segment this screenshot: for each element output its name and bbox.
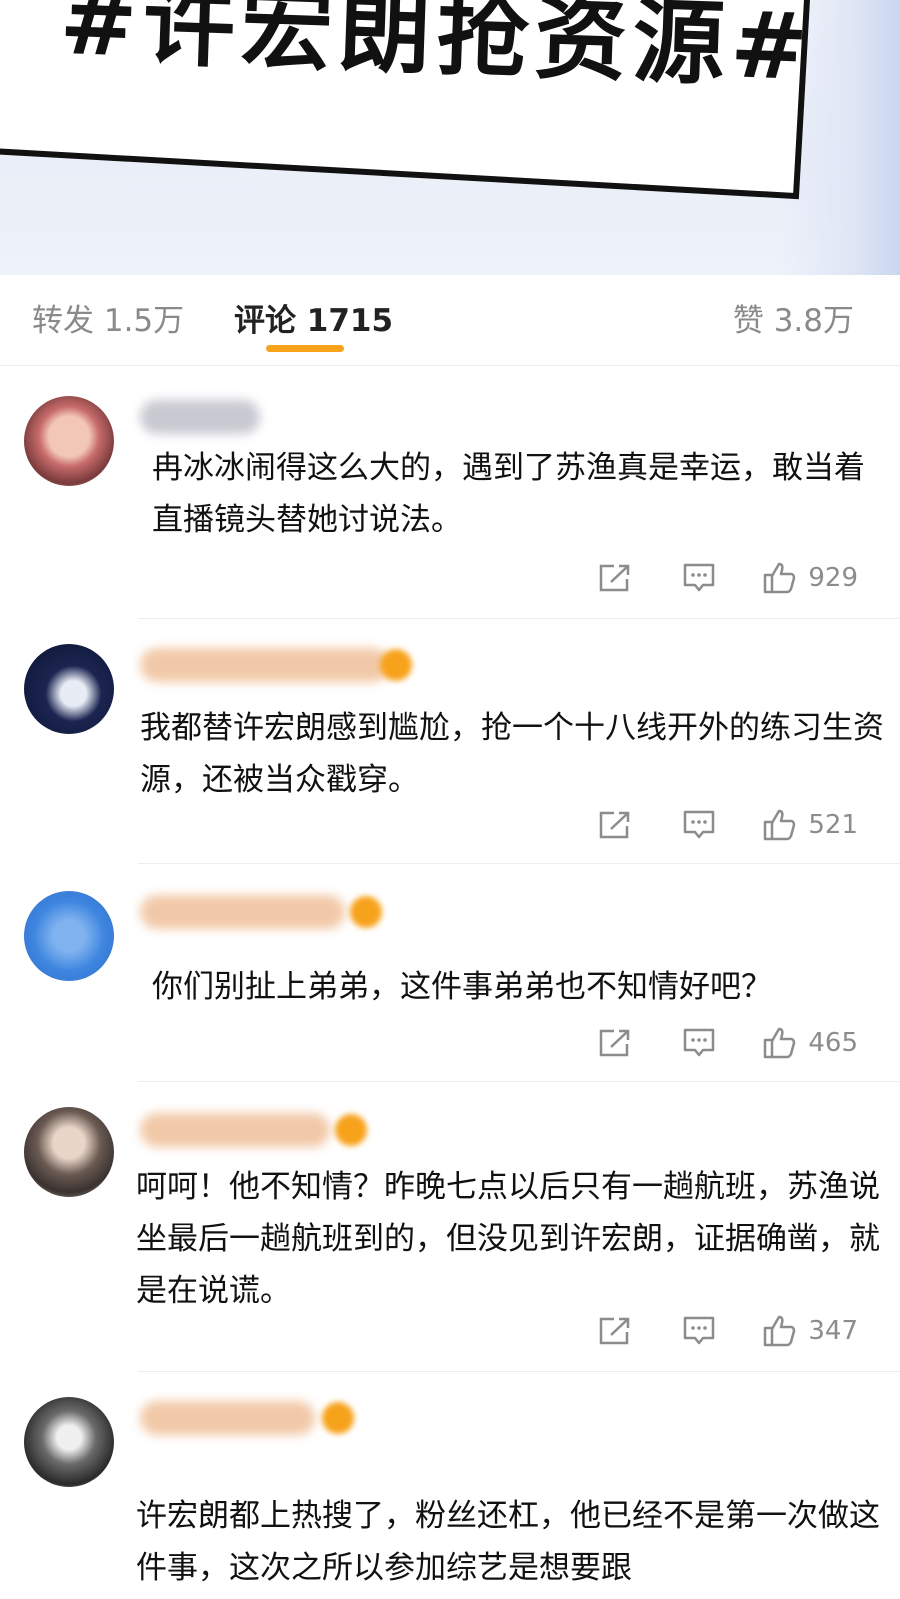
thumbs-up-icon — [764, 1315, 796, 1347]
comment-text: 你们别扯上弟弟，这件事弟弟也不知情好吧？ — [152, 969, 772, 1005]
comment-item: 呵呵！他不知情？昨晚七点以后只有一趟航班，苏渔说坐最后一趟航班到的，但没见到许宏… — [0, 1083, 900, 1373]
avatar[interactable] — [24, 891, 114, 981]
comment-icon — [684, 1316, 715, 1345]
avatar[interactable] — [24, 396, 114, 486]
username-blurred[interactable] — [140, 1113, 330, 1147]
like-button[interactable]: 929 — [762, 561, 858, 595]
comment-actions: 465 — [598, 1021, 858, 1065]
share-button[interactable] — [598, 563, 632, 593]
post-banner: #许宏朗抢资源# — [0, 0, 900, 275]
comment-icon — [684, 1028, 715, 1057]
comment-divider — [138, 1081, 900, 1082]
reply-button[interactable] — [682, 1027, 716, 1059]
comment-text: 许宏朗都上热搜了，粉丝还杠，他已经不是第一次做这件事，这次之所以参加综艺是想要跟 — [136, 1498, 880, 1586]
like-count: 521 — [808, 810, 858, 840]
comment-actions: 347 — [598, 1309, 858, 1353]
comment-divider — [138, 1371, 900, 1372]
thumbs-up-icon — [764, 1027, 796, 1059]
username-blurred[interactable] — [140, 1401, 315, 1435]
like-button[interactable]: 521 — [762, 808, 858, 842]
like-button[interactable]: 465 — [762, 1026, 858, 1060]
username-blurred[interactable] — [140, 895, 345, 929]
like-count: 465 — [808, 1028, 858, 1058]
share-icon — [600, 564, 630, 592]
comment-text: 呵呵！他不知情？昨晚七点以后只有一趟航班，苏渔说坐最后一趟航班到的，但没见到许宏… — [136, 1169, 880, 1309]
active-tab-indicator — [266, 345, 344, 352]
stats-tab-bar: 转发 1.5万 评论 1715 赞 3.8万 — [0, 275, 900, 366]
share-button[interactable] — [598, 1028, 632, 1058]
comment-text: 我都替许宏朗感到尴尬，抢一个十八线开外的练习生资源，还被当众戳穿。 — [140, 710, 884, 798]
comment-text: 冉冰冰闹得这么大的，遇到了苏渔真是幸运，敢当着直播镜头替她讨说法。 — [152, 450, 865, 538]
avatar[interactable] — [24, 644, 114, 734]
comment-item: 冉冰冰闹得这么大的，遇到了苏渔真是幸运，敢当着直播镜头替她讨说法。 929 — [0, 370, 900, 620]
comment-item: 许宏朗都上热搜了，粉丝还杠，他已经不是第一次做这件事，这次之所以参加综艺是想要跟 — [0, 1373, 900, 1599]
avatar[interactable] — [24, 1397, 114, 1487]
comment-actions: 929 — [598, 556, 858, 600]
comment-item: 你们别扯上弟弟，这件事弟弟也不知情好吧？ 465 — [0, 865, 900, 1083]
thumbs-up-icon — [764, 562, 796, 594]
comment-icon — [684, 810, 715, 839]
tab-likes[interactable]: 赞 3.8万 — [733, 295, 854, 340]
share-button[interactable] — [598, 810, 632, 840]
username-blurred[interactable] — [140, 648, 390, 682]
share-icon — [600, 1317, 630, 1345]
share-button[interactable] — [598, 1316, 632, 1346]
vip-badge-icon — [380, 649, 412, 681]
tab-repost[interactable]: 转发 1.5万 — [32, 295, 184, 340]
vip-badge-icon — [322, 1402, 354, 1434]
reply-button[interactable] — [682, 809, 716, 841]
thumbs-up-icon — [764, 809, 796, 841]
tab-comments[interactable]: 评论 1715 — [234, 295, 393, 340]
comment-divider — [138, 863, 900, 864]
comment-item: 我都替许宏朗感到尴尬，抢一个十八线开外的练习生资源，还被当众戳穿。 521 — [0, 620, 900, 865]
like-count: 347 — [808, 1316, 858, 1346]
comment-actions: 521 — [598, 803, 858, 847]
comment-divider — [138, 618, 900, 619]
reply-button[interactable] — [682, 1315, 716, 1347]
reply-button[interactable] — [682, 562, 716, 594]
comment-icon — [684, 563, 715, 592]
vip-badge-icon — [350, 896, 382, 928]
like-count: 929 — [808, 563, 858, 593]
share-icon — [600, 1029, 630, 1057]
username-blurred[interactable] — [140, 400, 260, 434]
vip-badge-icon — [335, 1114, 367, 1146]
like-button[interactable]: 347 — [762, 1314, 858, 1348]
share-icon — [600, 811, 630, 839]
avatar[interactable] — [24, 1107, 114, 1197]
